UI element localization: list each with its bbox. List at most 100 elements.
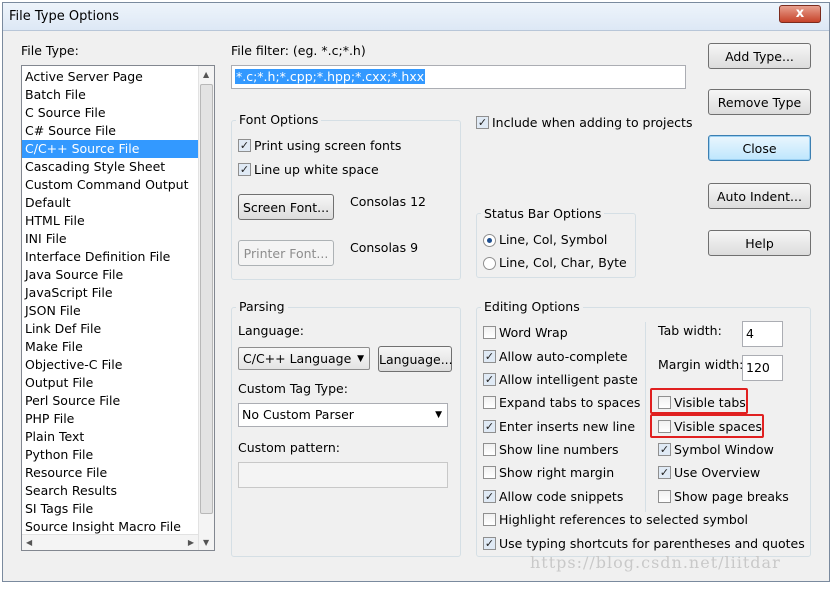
list-item[interactable]: Make File [22, 338, 198, 356]
margin-width-label: Margin width: [658, 357, 744, 372]
printer-font-button[interactable]: Printer Font... [238, 240, 334, 266]
visible-tabs-highlight [650, 388, 748, 414]
list-item[interactable]: PHP File [22, 410, 198, 428]
list-item[interactable]: Perl Source File [22, 392, 198, 410]
list-item[interactable]: Cascading Style Sheet [22, 158, 198, 176]
highlight-refs-label: Highlight references to selected symbol [499, 512, 748, 527]
printer-font-value: Consolas 9 [350, 240, 419, 255]
symbol-window-label: Symbol Window [674, 442, 774, 457]
list-item[interactable]: Output File [22, 374, 198, 392]
close-button[interactable]: Close [708, 135, 811, 161]
list-item[interactable]: Default [22, 194, 198, 212]
horizontal-scrollbar[interactable]: ◀ ▶ [22, 534, 198, 550]
line-up-white-space-label: Line up white space [254, 162, 379, 177]
auto-indent-button[interactable]: Auto Indent... [708, 183, 811, 209]
auto-complete-label: Allow auto-complete [499, 349, 628, 364]
intelligent-paste-label: Allow intelligent paste [499, 372, 638, 387]
status-line-col-char-byte-radio[interactable] [483, 257, 496, 270]
scroll-right-icon[interactable]: ▶ [188, 538, 194, 547]
symbol-window-checkbox[interactable]: ✓ [658, 443, 671, 456]
status-line-col-symbol-radio[interactable] [483, 234, 496, 247]
list-item[interactable]: Batch File [22, 86, 198, 104]
expand-tabs-label: Expand tabs to spaces [499, 395, 641, 410]
scrollbar-thumb[interactable] [200, 84, 213, 514]
file-filter-input[interactable]: *.c;*.h;*.cpp;*.hpp;*.cxx;*.hxx [231, 65, 686, 89]
tab-width-value: 4 [746, 326, 754, 341]
status-line-col-symbol-label: Line, Col, Symbol [499, 232, 608, 247]
file-type-label: File Type: [21, 43, 79, 58]
scroll-left-icon[interactable]: ◀ [26, 538, 32, 547]
list-item[interactable]: C# Source File [22, 122, 198, 140]
remove-type-button[interactable]: Remove Type [708, 89, 811, 115]
show-page-breaks-checkbox[interactable] [658, 490, 671, 503]
list-item[interactable]: JavaScript File [22, 284, 198, 302]
status-bar-options-title: Status Bar Options [481, 206, 605, 221]
screen-font-button[interactable]: Screen Font... [238, 194, 334, 220]
list-item[interactable]: Search Results [22, 482, 198, 500]
list-item-selected[interactable]: C/C++ Source File [22, 140, 198, 158]
list-item[interactable]: Objective-C File [22, 356, 198, 374]
auto-complete-checkbox[interactable]: ✓ [483, 350, 496, 363]
language-button[interactable]: Language... [378, 346, 453, 372]
enter-inserts-label: Enter inserts new line [499, 419, 636, 434]
code-snippets-label: Allow code snippets [499, 489, 624, 504]
show-right-margin-label: Show right margin [499, 465, 615, 480]
use-overview-label: Use Overview [674, 465, 761, 480]
custom-tag-type-label: Custom Tag Type: [238, 381, 348, 396]
language-select[interactable]: C/C++ Language ▼ [238, 347, 370, 370]
use-overview-checkbox[interactable]: ✓ [658, 466, 671, 479]
status-line-col-char-byte-label: Line, Col, Char, Byte [499, 255, 627, 270]
expand-tabs-checkbox[interactable] [483, 396, 496, 409]
list-item[interactable]: SI Tags File [22, 500, 198, 518]
margin-width-value: 120 [746, 360, 770, 375]
word-wrap-label: Word Wrap [499, 325, 568, 340]
parsing-group: Parsing [231, 299, 461, 557]
scroll-up-icon[interactable]: ▲ [203, 70, 209, 79]
list-item[interactable]: Interface Definition File [22, 248, 198, 266]
typing-shortcuts-checkbox[interactable]: ✓ [483, 537, 496, 550]
list-item[interactable]: JSON File [22, 302, 198, 320]
enter-inserts-checkbox[interactable]: ✓ [483, 420, 496, 433]
font-options-title: Font Options [236, 112, 322, 127]
list-item[interactable]: Custom Command Output [22, 176, 198, 194]
include-projects-checkbox[interactable]: ✓ [476, 116, 489, 129]
window-close-icon[interactable]: x [779, 5, 821, 23]
include-projects-label: Include when adding to projects [492, 115, 693, 130]
list-item[interactable]: Plain Text [22, 428, 198, 446]
list-item[interactable]: Python File [22, 446, 198, 464]
code-snippets-checkbox[interactable]: ✓ [483, 490, 496, 503]
list-item[interactable]: Link Def File [22, 320, 198, 338]
tab-width-input[interactable]: 4 [742, 321, 783, 347]
line-up-white-space-checkbox[interactable]: ✓ [238, 163, 251, 176]
language-label: Language: [238, 323, 304, 338]
list-item[interactable]: Active Server Page [22, 68, 198, 86]
file-type-items: Active Server Page Batch File C Source F… [22, 68, 198, 536]
print-screen-fonts-checkbox[interactable]: ✓ [238, 139, 251, 152]
vertical-scrollbar[interactable]: ▲ ▼ [198, 66, 214, 550]
watermark-text: https://blog.csdn.net/liitdar [530, 553, 781, 572]
custom-tag-type-select[interactable]: No Custom Parser ▼ [238, 403, 448, 427]
custom-pattern-input[interactable] [238, 462, 448, 488]
title-bar: File Type Options x [3, 3, 829, 31]
margin-width-input[interactable]: 120 [742, 355, 783, 381]
list-item[interactable]: Resource File [22, 464, 198, 482]
word-wrap-checkbox[interactable] [483, 326, 496, 339]
intelligent-paste-checkbox[interactable]: ✓ [483, 373, 496, 386]
parsing-title: Parsing [236, 299, 288, 314]
list-item[interactable]: C Source File [22, 104, 198, 122]
show-right-margin-checkbox[interactable] [483, 466, 496, 479]
add-type-button[interactable]: Add Type... [708, 43, 811, 69]
list-item[interactable]: INI File [22, 230, 198, 248]
print-screen-fonts-label: Print using screen fonts [254, 138, 402, 153]
scroll-down-icon[interactable]: ▼ [203, 538, 209, 547]
file-type-list[interactable]: Active Server Page Batch File C Source F… [21, 65, 215, 551]
show-line-numbers-label: Show line numbers [499, 442, 619, 457]
help-button[interactable]: Help [708, 230, 811, 256]
list-item[interactable]: HTML File [22, 212, 198, 230]
tab-width-label: Tab width: [658, 323, 722, 338]
editing-options-divider [645, 322, 646, 512]
highlight-refs-checkbox[interactable] [483, 513, 496, 526]
list-item[interactable]: Java Source File [22, 266, 198, 284]
file-filter-label: File filter: (eg. *.c;*.h) [231, 43, 366, 58]
show-line-numbers-checkbox[interactable] [483, 443, 496, 456]
